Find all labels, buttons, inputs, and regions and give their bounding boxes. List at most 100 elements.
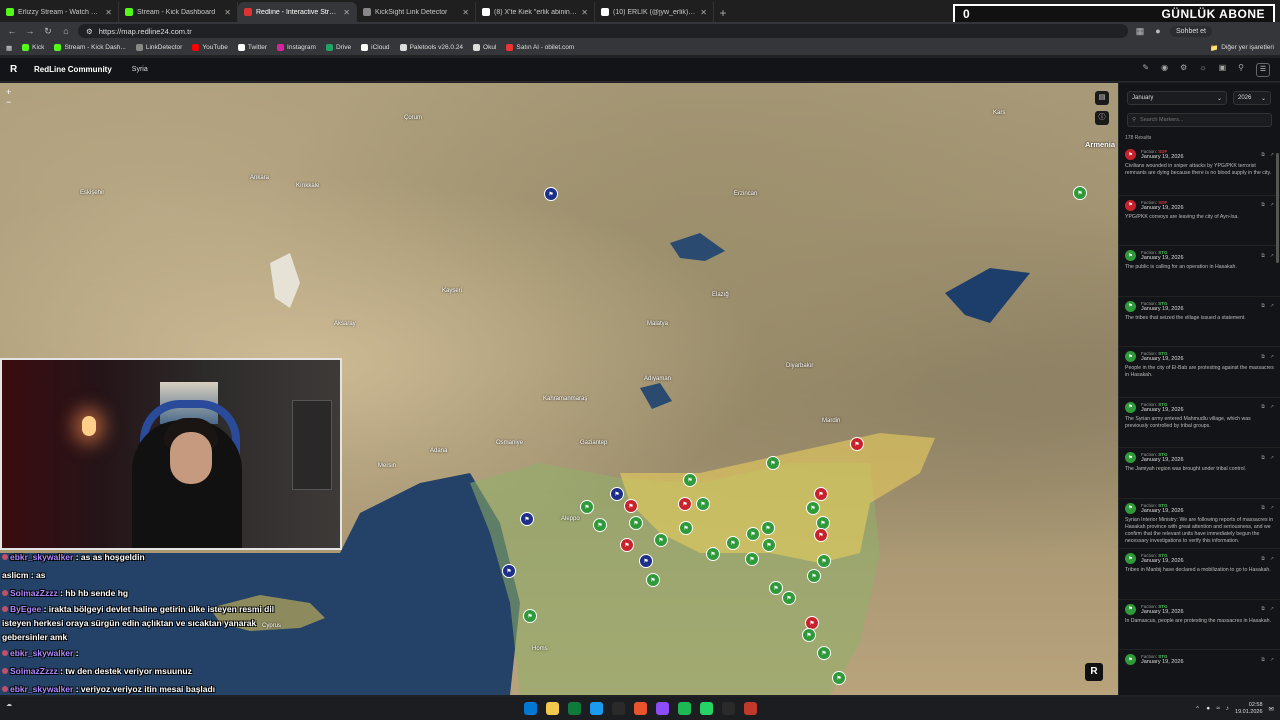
- year-select[interactable]: 2026 ⌄: [1233, 91, 1271, 105]
- copy-icon[interactable]: ⧉: [1261, 556, 1265, 562]
- taskbar-app-icon[interactable]: [743, 702, 757, 715]
- copy-icon[interactable]: ⧉: [1261, 354, 1265, 360]
- marker-list-item[interactable]: ⚑ Faction: STG January 19, 2026 ⧉ ↗ The …: [1119, 297, 1280, 347]
- profile-icon[interactable]: ●: [1152, 26, 1164, 36]
- bookmark-item[interactable]: Okul: [473, 44, 496, 51]
- map-marker[interactable]: ⚑: [746, 527, 760, 541]
- volume-icon[interactable]: ♪: [1226, 705, 1229, 712]
- bookmark-item[interactable]: Drive: [325, 44, 351, 51]
- layers-icon[interactable]: ▤: [1095, 91, 1109, 105]
- browser-tab[interactable]: Stream - Kick Dashboard ✕: [119, 2, 238, 22]
- map-marker[interactable]: ⚑: [782, 591, 796, 605]
- taskbar-app-icon[interactable]: [655, 702, 669, 715]
- search-icon[interactable]: ⚲: [1238, 63, 1244, 77]
- taskbar-app-icon[interactable]: [699, 702, 713, 715]
- zoom-in-button[interactable]: +: [6, 87, 11, 97]
- map-marker[interactable]: ⚑: [639, 554, 653, 568]
- marker-list-item[interactable]: ⚑ Faction: SDF January 19, 2026 ⧉ ↗ Civi…: [1119, 145, 1280, 196]
- browser-tab[interactable]: Redline - Interactive Strategic Map ✕: [238, 2, 357, 22]
- map-marker[interactable]: ⚑: [502, 564, 516, 578]
- map-marker[interactable]: ⚑: [620, 538, 634, 552]
- external-link-icon[interactable]: ↗: [1270, 455, 1274, 461]
- panel-scrollbar[interactable]: [1276, 153, 1279, 263]
- external-link-icon[interactable]: ↗: [1270, 152, 1274, 158]
- external-link-icon[interactable]: ↗: [1270, 253, 1274, 259]
- external-link-icon[interactable]: ↗: [1270, 202, 1274, 208]
- map-marker[interactable]: ⚑: [802, 628, 816, 642]
- external-link-icon[interactable]: ↗: [1270, 606, 1274, 612]
- taskbar-app-icon[interactable]: [545, 702, 559, 715]
- marker-list-item[interactable]: ⚑ Faction: STG January 19, 2026 ⧉ ↗ Syri…: [1119, 499, 1280, 549]
- map-marker[interactable]: ⚑: [814, 528, 828, 542]
- taskbar-app-icon[interactable]: [633, 702, 647, 715]
- app-logo[interactable]: R: [10, 64, 22, 76]
- map-marker[interactable]: ⚑: [654, 533, 668, 547]
- map-marker[interactable]: ⚑: [706, 547, 720, 561]
- new-tab-button[interactable]: +: [714, 4, 732, 22]
- copy-icon[interactable]: ⧉: [1261, 606, 1265, 612]
- map-marker[interactable]: ⚑: [766, 456, 780, 470]
- bookmark-item[interactable]: Satın Al - obilet.com: [506, 44, 574, 51]
- map-marker[interactable]: ⚑: [624, 499, 638, 513]
- external-link-icon[interactable]: ↗: [1270, 404, 1274, 410]
- close-icon[interactable]: ✕: [581, 8, 588, 17]
- map-marker[interactable]: ⚑: [646, 573, 660, 587]
- external-link-icon[interactable]: ↗: [1270, 657, 1274, 663]
- forward-icon[interactable]: →: [24, 26, 36, 36]
- extensions-icon[interactable]: ▦: [1134, 26, 1146, 37]
- marker-list-item[interactable]: ⚑ Faction: STG January 19, 2026 ⧉ ↗ Peop…: [1119, 347, 1280, 398]
- settings-icon[interactable]: ⚙: [1180, 63, 1187, 77]
- map-marker[interactable]: ⚑: [580, 500, 594, 514]
- copy-icon[interactable]: ⧉: [1261, 505, 1265, 511]
- reload-icon[interactable]: ↻: [42, 26, 54, 37]
- copy-icon[interactable]: ⧉: [1261, 202, 1265, 208]
- copy-icon[interactable]: ⧉: [1261, 657, 1265, 663]
- map-marker[interactable]: ⚑: [679, 521, 693, 535]
- bookmark-item[interactable]: Twitter: [237, 44, 267, 51]
- bookmark-item[interactable]: Paletools v26.0.24: [399, 44, 463, 51]
- browser-tab[interactable]: Erlizzy Stream - Watch Live on Kick ✕: [0, 2, 119, 22]
- taskbar-app-icon[interactable]: [721, 702, 735, 715]
- mic-icon[interactable]: ●: [1206, 705, 1210, 712]
- taskbar-app-icon[interactable]: [589, 702, 603, 715]
- taskbar-app-icon[interactable]: [611, 702, 625, 715]
- marker-list-item[interactable]: ⚑ Faction: STG January 19, 2026 ⧉ ↗ The …: [1119, 398, 1280, 448]
- map-marker[interactable]: ⚑: [832, 671, 846, 685]
- map-marker[interactable]: ⚑: [806, 501, 820, 515]
- taskbar-app-icon[interactable]: [567, 702, 581, 715]
- chevron-up-icon[interactable]: ⌃: [1195, 705, 1200, 713]
- browser-tab[interactable]: (8) X'te Kiek "erlik abinin profilide ..…: [476, 2, 595, 22]
- copy-icon[interactable]: ⧉: [1261, 303, 1265, 309]
- map-marker[interactable]: ⚑: [678, 497, 692, 511]
- zoom-out-button[interactable]: −: [6, 97, 11, 107]
- copy-icon[interactable]: ⧉: [1261, 404, 1265, 410]
- back-icon[interactable]: ←: [6, 26, 18, 36]
- marker-list-item[interactable]: ⚑ Faction: STG January 19, 2026 ⧉ ↗ The …: [1119, 448, 1280, 499]
- bookmark-item[interactable]: iCloud: [361, 44, 390, 51]
- map-marker[interactable]: ⚑: [769, 581, 783, 595]
- close-icon[interactable]: ✕: [105, 8, 112, 17]
- home-icon[interactable]: ⌂: [60, 26, 72, 36]
- map-marker[interactable]: ⚑: [696, 497, 710, 511]
- map-marker[interactable]: ⚑: [807, 569, 821, 583]
- map-marker[interactable]: ⚑: [523, 609, 537, 623]
- map-marker[interactable]: ⚑: [745, 552, 759, 566]
- map-marker[interactable]: ⚑: [817, 646, 831, 660]
- info-icon[interactable]: ⓘ: [1095, 111, 1109, 125]
- external-link-icon[interactable]: ↗: [1270, 303, 1274, 309]
- start-icon[interactable]: [523, 702, 537, 715]
- menu-icon[interactable]: ☰: [1256, 62, 1270, 77]
- bookmark-item[interactable]: Stream - Kick Dash...: [54, 44, 126, 51]
- camera-icon[interactable]: ▣: [1219, 63, 1227, 77]
- site-info-icon[interactable]: ⚙: [86, 27, 93, 36]
- close-icon[interactable]: ✕: [462, 8, 469, 17]
- marker-list-item[interactable]: ⚑ Faction: STG January 19, 2026 ⧉ ↗ Trib…: [1119, 549, 1280, 600]
- bookmark-item[interactable]: Kick: [22, 44, 44, 51]
- external-link-icon[interactable]: ↗: [1270, 505, 1274, 511]
- marker-list-item[interactable]: ⚑ Faction: STG January 19, 2026 ⧉ ↗ The …: [1119, 246, 1280, 297]
- wifi-icon[interactable]: ≈: [1216, 705, 1220, 712]
- map-marker[interactable]: ⚑: [593, 518, 607, 532]
- other-bookmarks[interactable]: 📁 Diğer yer işaretleri: [1210, 44, 1274, 52]
- map-marker[interactable]: ⚑: [544, 187, 558, 201]
- app-name[interactable]: RedLine Community: [34, 65, 112, 74]
